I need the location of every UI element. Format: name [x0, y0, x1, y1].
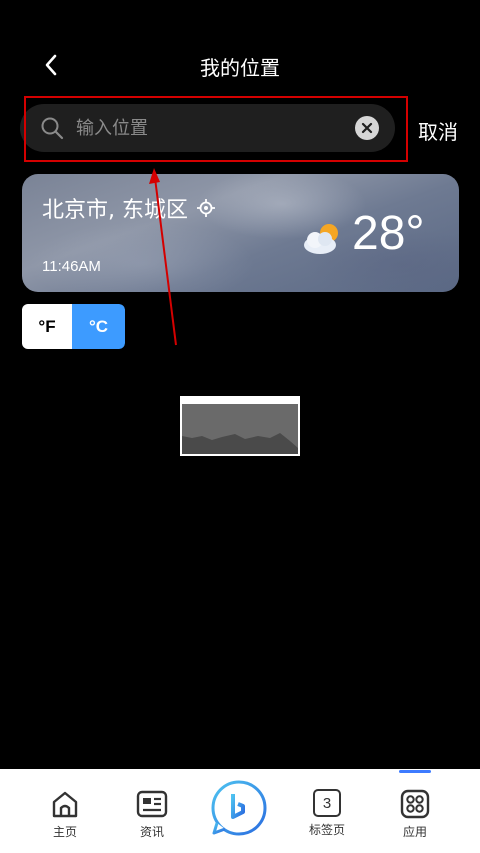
clear-button[interactable]	[355, 116, 379, 140]
landscape-thumbnail	[180, 396, 300, 456]
partly-cloudy-icon	[304, 224, 338, 254]
nav-item-news[interactable]: 资讯	[122, 789, 182, 849]
nav-label-apps: 应用	[402, 825, 427, 839]
bottom-nav: 主页 资讯 3 标签页 应用	[0, 769, 480, 853]
cancel-button[interactable]: 取消	[418, 116, 458, 145]
nav-item-apps[interactable]: 应用	[385, 789, 445, 849]
unit-toggle: °F °C	[22, 304, 125, 349]
nav-label-news: 资讯	[139, 825, 164, 839]
nav-label-home: 主页	[52, 825, 77, 839]
celsius-button[interactable]: °C	[72, 304, 125, 349]
search-bar[interactable]	[20, 104, 395, 152]
bing-button[interactable]	[210, 779, 268, 837]
city-name: 北京市, 东城区	[42, 198, 188, 223]
nav-item-tabs[interactable]: 3 标签页	[297, 789, 357, 849]
page-title: 我的位置	[200, 56, 280, 80]
nav-item-home[interactable]: 主页	[35, 789, 95, 849]
fahrenheit-button[interactable]: °F	[22, 304, 72, 349]
bing-icon	[211, 780, 267, 836]
search-icon	[41, 117, 64, 140]
close-icon	[361, 122, 373, 134]
apps-icon	[400, 789, 430, 819]
weather-card[interactable]: 北京市, 东城区 11:46AM 28°	[22, 174, 459, 292]
nav-label-tabs: 标签页	[308, 823, 345, 837]
local-time: 11:46AM	[42, 258, 101, 275]
thumbnail-image	[180, 396, 300, 456]
news-icon	[136, 790, 168, 818]
tabs-icon: 3	[313, 789, 341, 817]
header: 我的位置	[0, 0, 480, 120]
temperature: 28°	[352, 207, 425, 260]
home-icon	[52, 791, 78, 818]
search-input[interactable]	[76, 112, 346, 144]
location-row: 北京市, 东城区	[42, 192, 216, 224]
location-pin-icon	[197, 199, 215, 217]
nav-active-indicator	[399, 770, 431, 773]
tab-count: 3	[322, 794, 332, 812]
